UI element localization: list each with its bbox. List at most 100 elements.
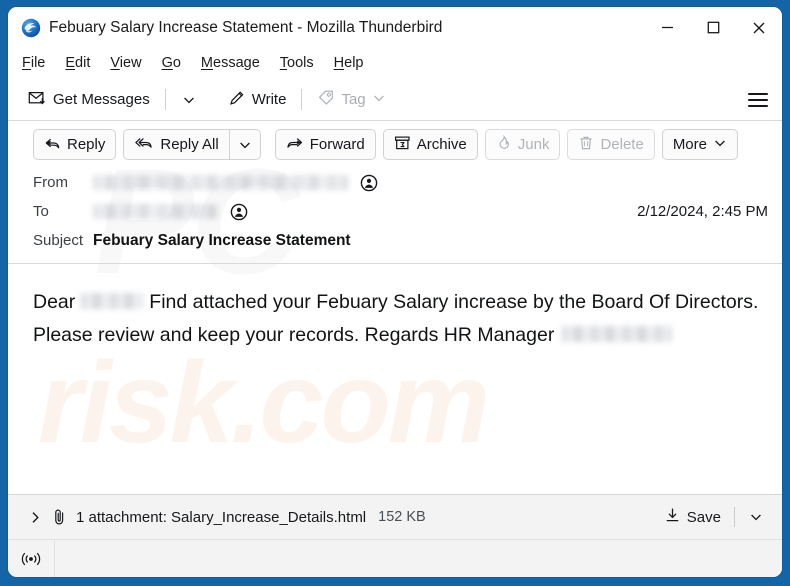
connection-status-button[interactable] — [8, 540, 55, 577]
message-body-text: Dear Find attached your Febuary Salary in… — [33, 286, 760, 352]
thunderbird-icon — [21, 18, 41, 38]
tag-button[interactable]: Tag — [311, 86, 391, 113]
from-address-redacted[interactable] — [93, 175, 348, 190]
chevron-down-icon — [183, 97, 194, 103]
archive-button[interactable]: Archive — [382, 129, 478, 160]
menu-item-file[interactable]: File — [22, 56, 45, 71]
minimize-button[interactable] — [644, 7, 690, 48]
message-headers: From To 2/12/2024, 2:45 PM Subject Febua… — [8, 168, 782, 263]
app-menu-button[interactable] — [744, 87, 772, 113]
menu-item-help[interactable]: Help — [334, 56, 364, 71]
toolbar-separator-1 — [164, 89, 166, 110]
archive-box-icon — [394, 135, 411, 154]
archive-label: Archive — [416, 136, 467, 153]
hamburger-line-2 — [748, 98, 768, 101]
get-messages-button[interactable]: Get Messages — [22, 86, 156, 114]
trash-icon — [578, 135, 594, 154]
menu-item-tools[interactable]: Tools — [280, 56, 314, 71]
menu-label-file: ile — [30, 55, 46, 72]
reply-all-dropdown-button[interactable] — [228, 129, 261, 160]
toolbar-gap-1 — [212, 89, 213, 110]
close-icon — [753, 22, 765, 33]
envelope-download-icon — [28, 89, 47, 111]
reply-arrow-icon — [44, 136, 61, 154]
body-signature-redacted — [562, 325, 673, 342]
save-separator — [734, 507, 735, 527]
delete-label: Delete — [600, 136, 644, 153]
title-bar: Febuary Salary Increase Statement - Mozi… — [8, 7, 782, 48]
to-row: To 2/12/2024, 2:45 PM — [33, 197, 768, 226]
tag-chevron-down-icon — [372, 91, 386, 108]
menu-item-edit[interactable]: Edit — [65, 56, 90, 71]
forward-arrow-icon — [286, 136, 304, 154]
menu-label-tools: ools — [287, 55, 314, 72]
screen-background: PC risk.com Febuary Salary Increase Stat… — [0, 0, 790, 586]
menu-label-view: iew — [119, 55, 142, 72]
message-action-bar: Reply Reply All Forward Archive Junk Del… — [8, 121, 782, 168]
get-messages-label: Get Messages — [53, 91, 150, 108]
window-title: Febuary Salary Increase Statement - Mozi… — [49, 18, 443, 36]
save-attachment-button[interactable]: Save — [658, 503, 727, 531]
menu-accel-edit: E — [65, 55, 76, 72]
menu-label-help: elp — [344, 55, 364, 72]
menu-accel-help: H — [333, 55, 345, 72]
message-date: 2/12/2024, 2:45 PM — [637, 203, 768, 220]
from-contact-avatar-icon[interactable] — [360, 174, 378, 192]
to-address-redacted[interactable] — [93, 204, 218, 219]
chevron-down-icon — [239, 142, 250, 148]
write-button[interactable]: Write — [222, 86, 293, 113]
junk-button[interactable]: Junk — [484, 129, 561, 160]
menu-item-view[interactable]: View — [110, 56, 141, 71]
junk-flame-icon — [496, 134, 512, 154]
menu-accel-view: V — [110, 55, 120, 72]
reply-all-arrow-icon — [134, 136, 154, 154]
hamburger-line-3 — [748, 104, 768, 107]
save-dropdown-button[interactable] — [742, 506, 770, 528]
menu-label-go: o — [172, 55, 181, 72]
attachment-bar: 1 attachment: Salary_Increase_Details.ht… — [8, 494, 782, 539]
get-messages-dropdown-button[interactable] — [175, 89, 203, 111]
subject-label: Subject — [33, 232, 84, 249]
body-recipient-name-redacted — [81, 292, 144, 309]
chevron-right-icon — [32, 511, 39, 523]
to-contact-avatar-icon[interactable] — [230, 203, 248, 221]
menu-accel-tools: T — [279, 55, 288, 72]
subject-value: Febuary Salary Increase Statement — [93, 231, 351, 249]
from-row: From — [33, 168, 768, 197]
message-body-pane: Dear Find attached your Febuary Salary in… — [8, 263, 782, 494]
tag-label: Tag — [341, 91, 366, 108]
close-button[interactable] — [736, 7, 782, 48]
forward-button[interactable]: Forward — [274, 129, 376, 160]
body-greeting: Dear — [33, 291, 76, 313]
chevron-down-icon — [713, 136, 727, 153]
attachment-expand-button[interactable] — [26, 507, 51, 528]
paperclip-icon — [51, 508, 68, 526]
menu-item-message[interactable]: Message — [201, 56, 260, 71]
from-label: From — [33, 174, 68, 191]
menu-item-go[interactable]: Go — [162, 56, 181, 71]
status-bar — [8, 539, 782, 577]
reply-button[interactable]: Reply — [33, 129, 117, 160]
thunderbird-window: PC risk.com Febuary Salary Increase Stat… — [8, 7, 782, 577]
junk-label: Junk — [517, 136, 550, 153]
toolbar-separator-2 — [301, 89, 303, 110]
download-icon — [664, 507, 681, 527]
hamburger-line-1 — [748, 92, 768, 95]
maximize-icon — [707, 21, 719, 34]
menu-accel-message: M — [200, 55, 214, 72]
attachment-summary: 1 attachment: Salary_Increase_Details.ht… — [76, 508, 367, 526]
menu-bar: File Edit View Go Message Tools Help — [8, 48, 782, 79]
more-button[interactable]: More — [661, 129, 738, 160]
write-label: Write — [251, 91, 287, 108]
menu-label-edit: dit — [75, 55, 91, 72]
menu-accel-go: G — [161, 55, 173, 72]
save-label: Save — [686, 508, 721, 526]
chevron-down-icon — [751, 514, 761, 521]
tag-icon — [317, 89, 335, 110]
maximize-button[interactable] — [690, 7, 736, 48]
forward-label: Forward — [309, 136, 365, 153]
reply-label: Reply — [67, 136, 106, 153]
reply-all-label: Reply All — [160, 136, 219, 153]
delete-button[interactable]: Delete — [567, 129, 655, 160]
reply-all-button[interactable]: Reply All — [123, 129, 229, 160]
